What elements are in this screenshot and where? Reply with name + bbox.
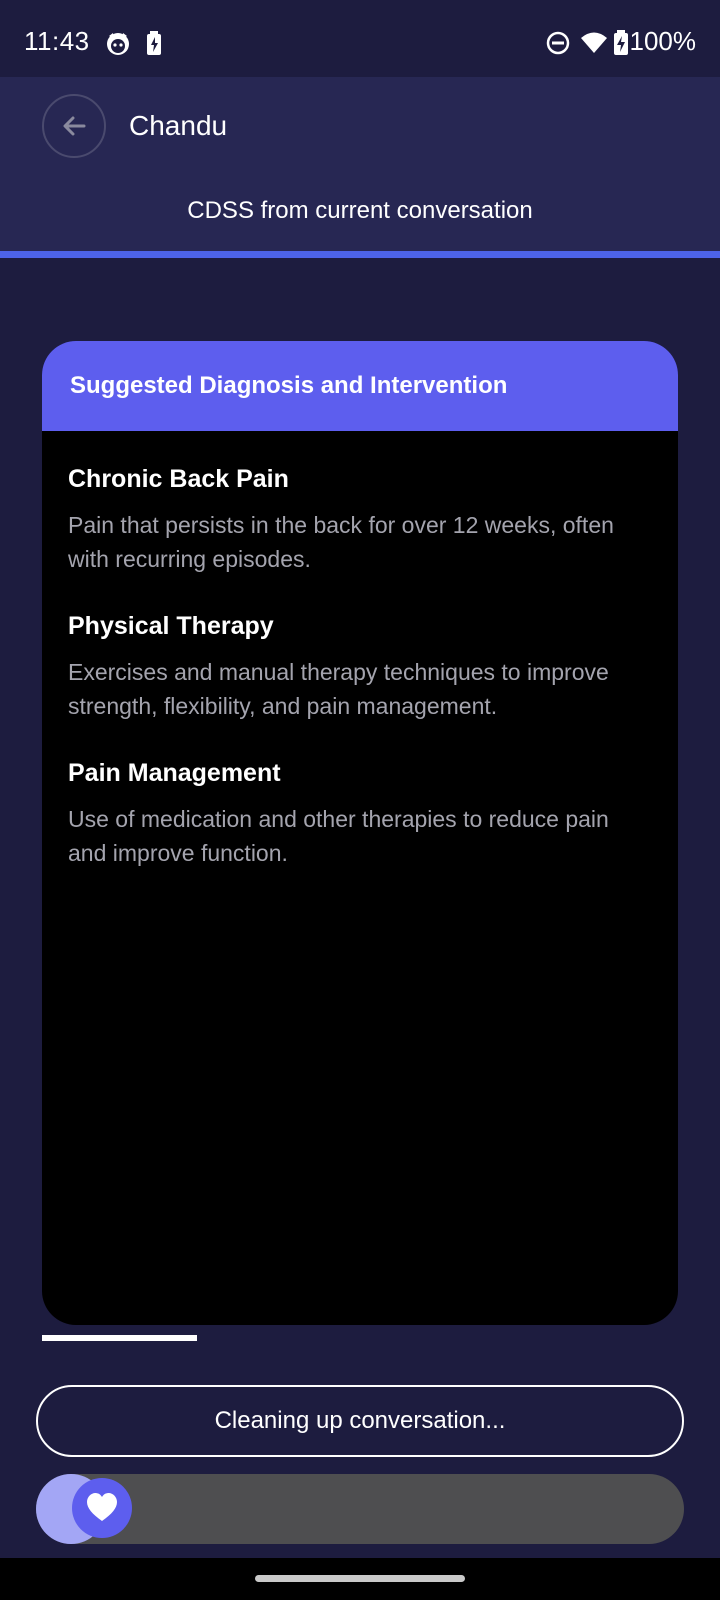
item-description: Use of medication and other therapies to… <box>68 806 609 866</box>
list-item: Pain Management Use of medication and ot… <box>68 759 652 870</box>
page-title: Chandu <box>129 110 228 141</box>
battery-percentage: 100% <box>629 26 697 56</box>
cat-icon <box>105 30 131 56</box>
tab-cdss[interactable]: CDSS from current conversation <box>0 177 720 245</box>
card-header: Suggested Diagnosis and Intervention <box>42 341 678 431</box>
arrow-left-icon <box>63 116 86 136</box>
item-description: Pain that persists in the back for over … <box>68 512 614 572</box>
cleaning-up-button[interactable]: Cleaning up conversation... <box>36 1385 684 1457</box>
wifi-icon <box>580 30 607 56</box>
battery-saver-icon <box>145 30 171 56</box>
screen: 11:43 100% Chandu CDSS from current conv… <box>0 0 720 1600</box>
item-title: Chronic Back Pain <box>68 465 289 493</box>
status-time: 11:43 <box>24 26 90 56</box>
back-button[interactable] <box>42 94 106 158</box>
list-item: Chronic Back Pain Pain that persists in … <box>68 465 652 576</box>
item-title: Physical Therapy <box>68 612 274 640</box>
status-bar: 11:43 100% <box>0 0 720 77</box>
tab-indicator <box>0 251 720 258</box>
item-description: Exercises and manual therapy techniques … <box>68 659 609 719</box>
home-gesture-bar[interactable] <box>255 1575 465 1582</box>
pager-indicator <box>42 1335 197 1341</box>
list-item: Physical Therapy Exercises and manual th… <box>68 612 652 723</box>
slider-thumb[interactable] <box>72 1478 132 1538</box>
slider-track[interactable] <box>36 1474 684 1544</box>
diagnosis-card: Suggested Diagnosis and Intervention Chr… <box>42 341 678 1325</box>
item-title: Pain Management <box>68 759 281 787</box>
heart-icon <box>87 1493 117 1521</box>
do-not-disturb-icon <box>545 30 571 56</box>
app-header: Chandu CDSS from current conversation <box>0 77 720 251</box>
card-body: Chronic Back Pain Pain that persists in … <box>42 431 678 870</box>
